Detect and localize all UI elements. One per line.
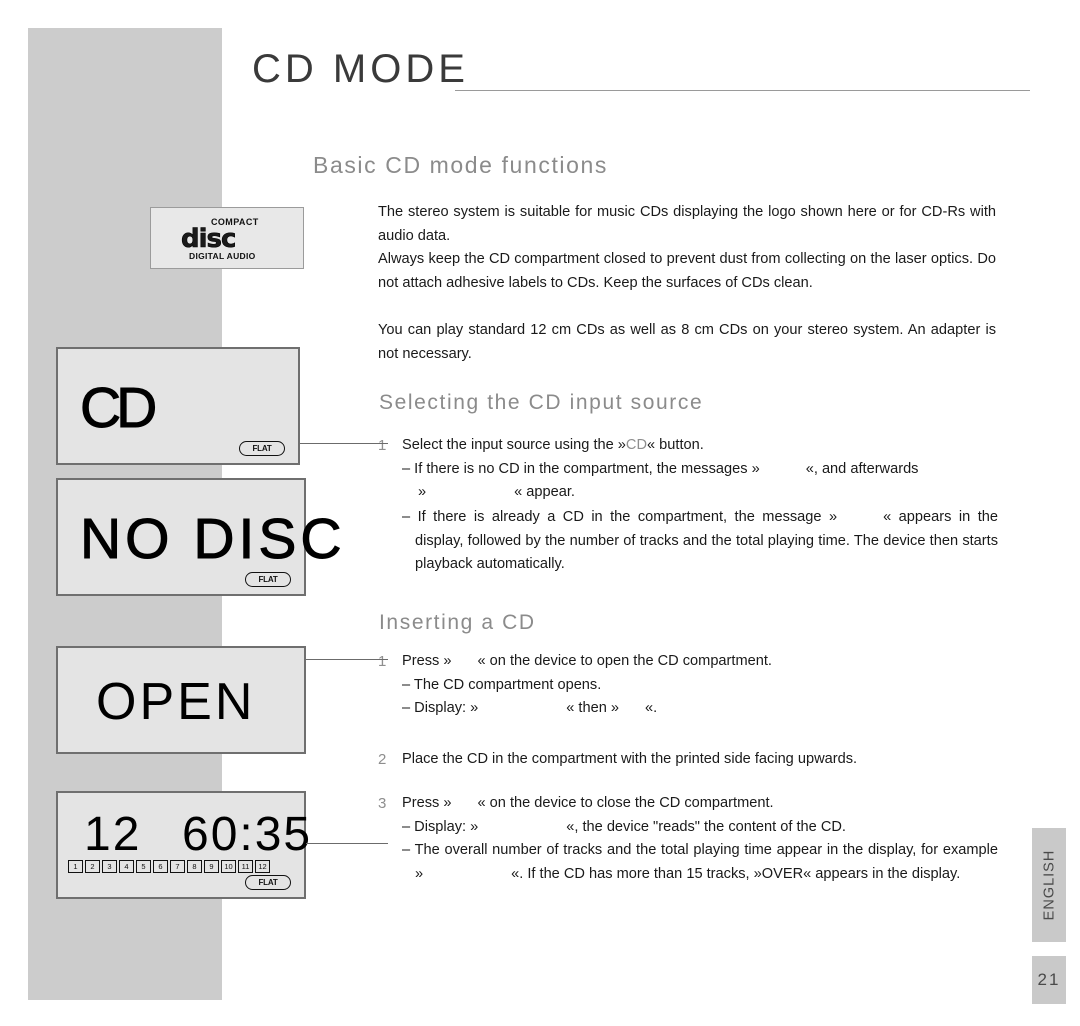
compact-disc-digital-audio-icon: COMPACT disc DIGITAL AUDIO	[181, 216, 273, 261]
track-indicator: 7	[170, 860, 185, 873]
track-indicator: 11	[238, 860, 253, 873]
track-indicator: 8	[187, 860, 202, 873]
heading-basic-cd-mode-functions: Basic CD mode functions	[313, 152, 609, 178]
substep-part-a: – Display: »	[402, 818, 479, 835]
substep-part-c: «.	[645, 700, 658, 716]
step-text-part-a: Select the input source using the »	[402, 437, 626, 453]
cd-logo-disc-text: disc	[181, 224, 237, 255]
flat-badge: FLAT	[239, 441, 285, 456]
connector-line-open-display	[306, 659, 388, 660]
intro-paragraph-3: You can play standard 12 cm CDs as well …	[378, 322, 996, 362]
track-count-value: 12	[84, 808, 142, 861]
step-place-cd: 2 Place the CD in the compartment with t…	[378, 748, 998, 772]
page-title: CD MODE	[252, 47, 469, 91]
substep-part-b: «, and afterwards	[805, 460, 919, 477]
step-substep-display-read: – Display: » «, the device "reads" the co…	[402, 816, 998, 840]
flat-badge: FLAT	[245, 875, 291, 890]
title-underline-rule	[455, 90, 1030, 91]
step-select-input-source: 1 Select the input source using the »CD«…	[378, 434, 998, 505]
step-substep-no-cd: – If there is no CD in the compartment, …	[402, 458, 998, 482]
substep-part-b: « then »	[566, 700, 619, 716]
no-disc-display-panel: NO DISC FLAT	[56, 478, 342, 596]
step-substep-track-count: – The overall number of tracks and the t…	[402, 839, 998, 886]
step-substep-cd-present: – If there is already a CD in the compar…	[402, 506, 998, 577]
track-number-indicators: 1 2 3 4 5 6 7 8 9 10 11 12	[68, 860, 270, 873]
connector-line-cd-display	[300, 443, 388, 444]
language-tab: ENGLISH	[1032, 828, 1066, 942]
step-text-part-a: Press »	[402, 653, 452, 669]
substep-part-b: «, the device "reads" the content of the…	[566, 818, 846, 835]
language-tab-label: ENGLISH	[1041, 849, 1058, 921]
step-substep-compartment-opens: – The CD compartment opens.	[402, 676, 602, 693]
no-disc-display-text: NO DISC	[80, 507, 346, 572]
flat-badge: FLAT	[245, 572, 291, 587]
step-number: 2	[378, 751, 387, 768]
substep-part-b: «. If the CD has more than 15 tracks, »O…	[511, 865, 961, 882]
substep-part-c: »	[418, 484, 427, 500]
connector-line-track-time-display	[306, 843, 388, 844]
substep-part-a: – If there is already a CD in the compar…	[402, 509, 838, 525]
track-indicator: 10	[221, 860, 236, 873]
cd-logo-bottom-text: DIGITAL AUDIO	[189, 251, 256, 261]
heading-selecting-cd-input-source: Selecting the CD input source	[379, 391, 704, 414]
track-indicator: 3	[102, 860, 117, 873]
step-text-part-b: « button.	[647, 437, 704, 453]
track-indicator: 9	[204, 860, 219, 873]
step-text-part-b: « on the device to close the CD compartm…	[477, 795, 774, 811]
step-press-open: 1 Press » « on the device to open the CD …	[378, 650, 998, 721]
step-text: Press » « on the device to open the CD co…	[402, 650, 998, 674]
cd-button-reference: CD	[625, 437, 648, 453]
step-text: Press » « on the device to close the CD c…	[402, 792, 998, 816]
track-indicator: 2	[85, 860, 100, 873]
track-indicator: 5	[136, 860, 151, 873]
heading-inserting-a-cd: Inserting a CD	[379, 611, 536, 634]
page-number-tab: 21	[1032, 956, 1066, 1004]
intro-paragraph-1: The stereo system is suitable for music …	[378, 204, 996, 244]
open-display-text: OPEN	[96, 673, 256, 731]
track-indicator: 6	[153, 860, 168, 873]
track-indicator: 12	[255, 860, 270, 873]
intro-paragraph-2: Always keep the CD compartment closed to…	[378, 251, 996, 291]
step-press-close: 3 Press » « on the device to close the CD…	[378, 792, 998, 886]
track-time-display-panel: 12 60:35 1 2 3 4 5 6 7 8 9 10 11 12 FLAT	[56, 791, 310, 899]
step-text-part-b: « on the device to open the CD compartme…	[477, 653, 772, 669]
step-number: 1	[378, 653, 387, 670]
total-time-value: 60:35	[182, 808, 313, 861]
cd-display-text: CD	[79, 376, 157, 441]
step-substep-display-open: – Display: » « then » «.	[402, 697, 998, 721]
step-text: Select the input source using the »CD« b…	[402, 434, 998, 458]
open-display-panel: OPEN	[56, 646, 306, 754]
cd-display-panel: CD FLAT	[56, 347, 300, 465]
substep-part-a: – If there is no CD in the compartment, …	[402, 460, 760, 477]
compact-disc-logo-box: COMPACT disc DIGITAL AUDIO	[150, 207, 304, 269]
step-substep-cd-present-block: – If there is already a CD in the compar…	[378, 506, 998, 577]
step-text-part-a: Press »	[402, 795, 452, 811]
track-indicator: 4	[119, 860, 134, 873]
substep-part-a: – Display: »	[402, 700, 479, 716]
step-number: 3	[378, 795, 387, 812]
track-indicator: 1	[68, 860, 83, 873]
step-text: Place the CD in the compartment with the…	[402, 751, 858, 767]
substep-part-d: « appear.	[514, 484, 575, 500]
step-number: 1	[378, 437, 387, 454]
step-substep-no-cd-cont: » « appear.	[418, 481, 998, 505]
